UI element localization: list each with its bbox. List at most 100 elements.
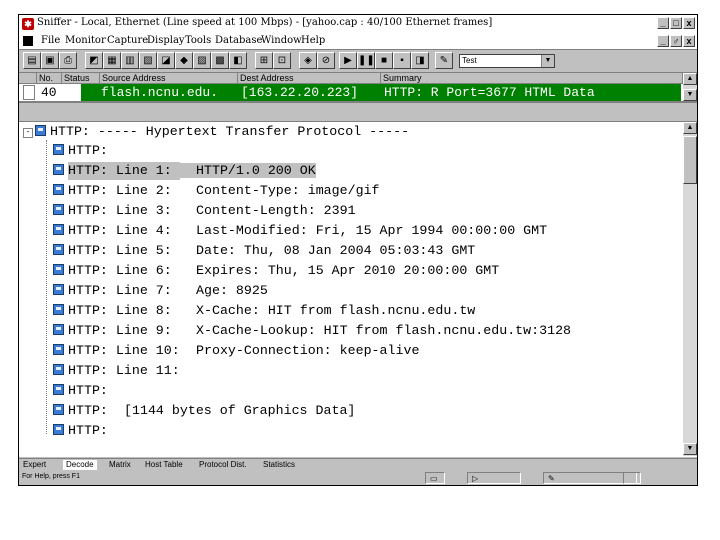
open-icon[interactable]: ▤ (23, 52, 41, 69)
stop-display-icon[interactable]: ▪ (393, 52, 411, 69)
tab-decode[interactable]: Decode (63, 460, 97, 470)
define-capture-filter-icon[interactable]: ✎ (435, 52, 453, 69)
tab-matrix[interactable]: Matrix (109, 460, 131, 470)
decode-line[interactable]: HTTP: (53, 382, 108, 400)
column-header-dest[interactable]: Dest Address (238, 73, 381, 84)
start-capture-icon[interactable]: ▶ (339, 52, 357, 69)
print-icon[interactable]: ⎙ (59, 52, 77, 69)
menu-tools[interactable]: Tools (185, 35, 211, 46)
decode-line-selected[interactable]: HTTP: Line 1: HTTP/1.0 200 OK (53, 162, 316, 180)
packet-icon (53, 264, 64, 275)
packet-icon (53, 284, 64, 295)
doc-minimize-button[interactable]: _ (657, 35, 669, 47)
global-stats-icon[interactable]: ◪ (157, 52, 175, 69)
protocol-dist-icon[interactable]: ▧ (139, 52, 157, 69)
tab-protocol-dist[interactable]: Protocol Dist. (199, 460, 247, 470)
detail-icon: ▷ (472, 474, 479, 483)
pause-capture-icon[interactable]: ❚❚ (357, 52, 375, 69)
maximize-button[interactable]: □ (670, 17, 682, 29)
packet-icon (53, 304, 64, 315)
minimize-button[interactable]: _ (657, 17, 669, 29)
scroll-thumb[interactable] (683, 136, 697, 184)
filter-select[interactable]: Test ▼ (459, 54, 555, 68)
menu-database[interactable]: Database (215, 35, 262, 46)
decode-line[interactable]: HTTP: Line 2: Content-Type: image/gif (53, 182, 380, 200)
matrix-icon[interactable]: ▦ (103, 52, 121, 69)
cell-status (65, 84, 99, 101)
packet-icon (53, 424, 64, 435)
tree-node-http-header[interactable]: - HTTP: ----- Hypertext Transfer Protocol… (23, 123, 409, 141)
scroll-up-icon[interactable]: ▲ (683, 122, 697, 134)
scroll-up-icon[interactable]: ▲ (683, 73, 697, 85)
packet-icon (53, 324, 64, 335)
menu-display[interactable]: Display (147, 35, 185, 46)
decode-line[interactable]: HTTP: Line 7: Age: 8925 (53, 282, 268, 300)
decode-line[interactable]: HTTP: Line 3: Content-Length: 2391 (53, 202, 356, 220)
decode-line[interactable]: HTTP: Line 9: X-Cache-Lookup: HIT from fl… (53, 322, 571, 340)
display-icon[interactable]: ◨ (411, 52, 429, 69)
ping-icon[interactable]: ◧ (229, 52, 247, 69)
scroll-down-icon[interactable]: ▼ (683, 443, 697, 455)
title-bar[interactable]: ✱ Sniffer - Local, Ethernet (Line speed … (19, 15, 697, 34)
decode-line[interactable]: HTTP: Line 6: Expires: Thu, 15 Apr 2010 2… (53, 262, 499, 280)
alarm-icon[interactable]: ⊡ (273, 52, 291, 69)
packet-icon (53, 204, 64, 215)
decode-scrollbar[interactable]: ▲ ▼ (683, 122, 697, 456)
scroll-down-icon[interactable]: ▼ (683, 89, 697, 101)
packet-icon (53, 404, 64, 415)
tab-expert[interactable]: Expert (23, 460, 46, 470)
decode-line[interactable]: HTTP: Line 10: Proxy-Connection: keep-ali… (53, 342, 419, 360)
column-header-source[interactable]: Source Address (100, 73, 238, 84)
chevron-down-icon[interactable]: ▼ (541, 55, 554, 67)
history-icon[interactable]: ▥ (121, 52, 139, 69)
toolbar: ▤ ▣ ⎙ ◩ ▦ ▥ ▧ ◪ ◆ ▨ ▩ ◧ ⊞ ⊡ ◈ ⊘ ▶ ❚❚ ■ ▪… (19, 50, 697, 73)
column-header-status[interactable]: Status (62, 73, 100, 84)
decode-pane: - HTTP: ----- Hypertext Transfer Protocol… (19, 121, 697, 457)
decode-line[interactable]: HTTP: (53, 422, 108, 440)
menu-file[interactable]: File (41, 35, 60, 46)
alarm-log-icon[interactable]: ◆ (175, 52, 193, 69)
window-title: Sniffer - Local, Ethernet (Line speed at… (37, 17, 493, 28)
menu-window[interactable]: Window (261, 35, 302, 46)
options-icon[interactable]: ⊘ (317, 52, 335, 69)
host-table-icon[interactable]: ▨ (193, 52, 211, 69)
status-panel-extra (623, 472, 641, 484)
decode-line[interactable]: HTTP: Line 5: Date: Thu, 08 Jan 2004 05:0… (53, 242, 475, 260)
menu-help[interactable]: Help (301, 35, 325, 46)
tab-host-table[interactable]: Host Table (145, 460, 183, 470)
capture-icon: ▭ (430, 474, 438, 483)
packet-icon (53, 344, 64, 355)
status-panel-capture: ▭ (425, 472, 445, 484)
stop-capture-icon[interactable]: ■ (375, 52, 393, 69)
column-header-summary[interactable]: Summary (381, 73, 683, 84)
doc-close-button[interactable]: x (683, 35, 695, 47)
save-icon[interactable]: ▣ (41, 52, 59, 69)
cell-source: flash.ncnu.edu. (101, 85, 219, 100)
menu-bar: File Monitor Capture Display Tools Datab… (19, 33, 697, 50)
document-icon[interactable] (23, 36, 33, 46)
menu-capture[interactable]: Capture (107, 35, 148, 46)
status-panel-detail: ▷ (467, 472, 521, 484)
decode-line[interactable]: HTTP: [1144 bytes of Graphics Data] (53, 402, 355, 420)
tab-statistics[interactable]: Statistics (263, 460, 295, 470)
tree-connector (46, 140, 47, 434)
menu-monitor[interactable]: Monitor (65, 35, 106, 46)
dashboard-icon[interactable]: ◩ (85, 52, 103, 69)
packet-icon (53, 184, 64, 195)
decode-line[interactable]: HTTP: Line 11: (53, 362, 196, 380)
protocol-icon (35, 125, 46, 136)
decode-line[interactable]: HTTP: (53, 142, 108, 160)
column-header-no[interactable]: No. (37, 73, 62, 84)
cell-dest: [163.22.20.223] (241, 85, 359, 100)
decode-line[interactable]: HTTP: Line 8: X-Cache: HIT from flash.ncn… (53, 302, 475, 320)
expert-icon: ✎ (548, 474, 555, 483)
address-book-icon[interactable]: ▩ (211, 52, 229, 69)
summary-scrollbar[interactable]: ▲ ▼ (683, 73, 697, 101)
row-select-header (19, 73, 37, 84)
decode-line[interactable]: HTTP: Line 4: Last-Modified: Fri, 15 Apr … (53, 222, 547, 240)
collapse-icon[interactable]: - (23, 128, 33, 138)
filter-icon[interactable]: ⊞ (255, 52, 273, 69)
close-button[interactable]: x (683, 17, 695, 29)
doc-restore-button[interactable]: ♂ (670, 35, 682, 47)
define-filter-icon[interactable]: ◈ (299, 52, 317, 69)
